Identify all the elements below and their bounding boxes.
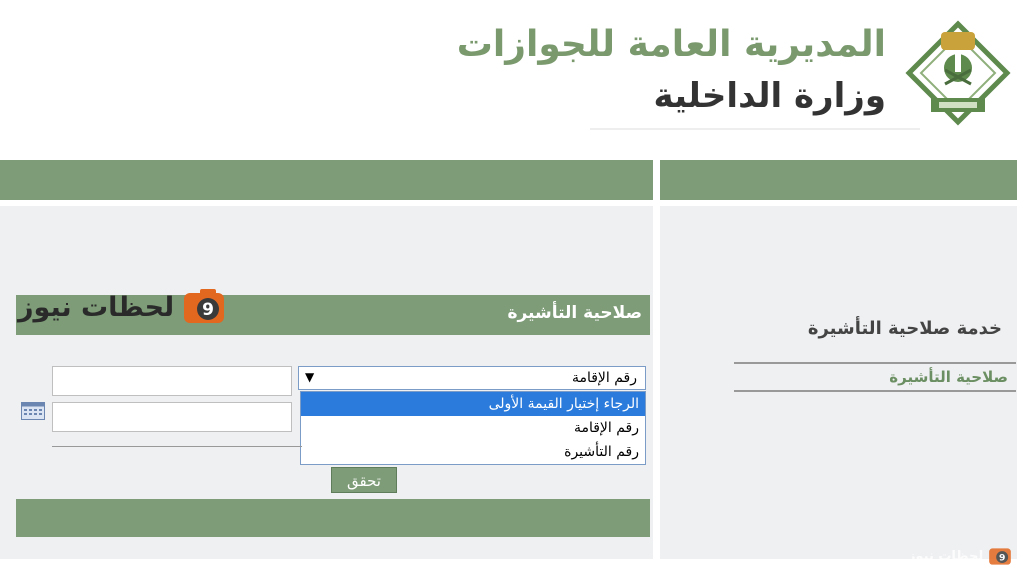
ministry-title: وزارة الداخلية: [653, 76, 886, 116]
brand-watermark: لحظات نيوز 9: [18, 283, 228, 331]
verify-button[interactable]: تحقق: [331, 467, 397, 493]
select-current-value: رقم الإقامة: [571, 370, 637, 386]
main-bottom-bar: [16, 499, 650, 537]
page-header: المديرية العامة للجوازات وزارة الداخلية: [0, 0, 1024, 150]
corner-watermark: لحظات نيوز 9: [908, 543, 1013, 569]
main-top-bar: [0, 160, 653, 200]
dropdown-option[interactable]: رقم الإقامة: [301, 416, 645, 440]
camera-logo-icon: 9: [184, 289, 225, 323]
watermark-text: لحظات نيوز: [908, 548, 984, 564]
svg-text:9: 9: [202, 300, 214, 320]
id-type-select[interactable]: رقم الإقامة ▼: [298, 366, 646, 390]
dropdown-option[interactable]: الرجاء إختيار القيمة الأولى: [301, 392, 645, 416]
date-input[interactable]: [52, 402, 292, 432]
form-divider: [52, 446, 302, 447]
camera-logo-icon: 9: [989, 548, 1012, 565]
sidebar-top-bar: [660, 160, 1017, 200]
calendar-icon[interactable]: [21, 402, 45, 420]
chevron-down-icon: ▼: [305, 370, 315, 384]
svg-text:9: 9: [999, 552, 1005, 563]
brand-text: لحظات نيوز: [18, 291, 175, 323]
dropdown-option[interactable]: رقم التأشيرة: [301, 440, 645, 464]
sidebar-item-visa-validity[interactable]: صلاحية التأشيرة: [889, 368, 1008, 386]
sidebar-divider: [734, 390, 1016, 392]
id-type-dropdown[interactable]: الرجاء إختيار القيمة الأولى رقم الإقامة …: [300, 391, 646, 465]
sidebar-divider: [734, 362, 1016, 364]
passports-emblem-icon: [905, 20, 1011, 126]
service-title: خدمة صلاحية التأشيرة: [807, 318, 1002, 339]
section-title: صلاحية التأشيرة: [507, 303, 642, 323]
header-divider: [590, 128, 920, 130]
id-number-input[interactable]: [52, 366, 292, 396]
directorate-title: المديرية العامة للجوازات: [456, 24, 886, 65]
